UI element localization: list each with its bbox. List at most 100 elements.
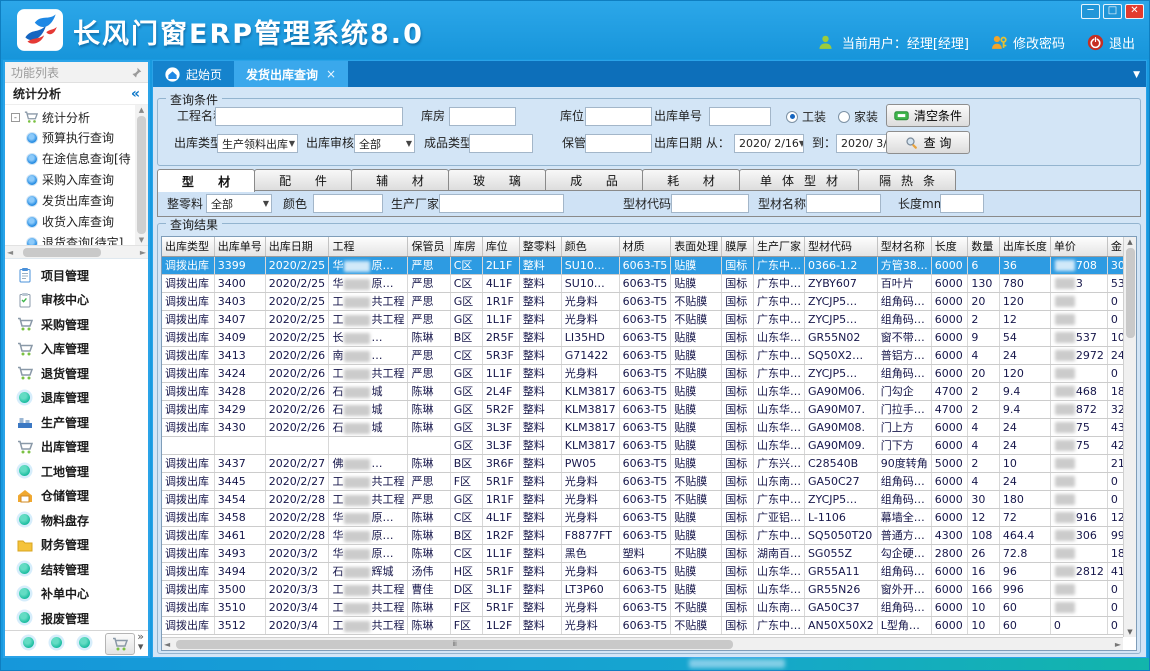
profile-name-input[interactable] — [806, 194, 881, 213]
table-row[interactable]: 调拨出库34092020/2/25长…陈琳B区2R5F整料LI35HD6063-… — [162, 328, 1136, 346]
scroll-down-icon[interactable]: ▼ — [139, 236, 144, 244]
table-row[interactable]: 调拨出库34582020/2/28华原…陈琳C区4L1F整料光身料6063-T5… — [162, 508, 1136, 526]
table-row[interactable]: 调拨出库35002020/3/3工共工程曹佳D区3L1F整料LT3P606063… — [162, 580, 1136, 598]
table-row[interactable]: 调拨出库34002020/2/25华原…严思C区4L1F整料SU10…6063-… — [162, 274, 1136, 292]
warehouse-input[interactable] — [449, 107, 516, 126]
table-row[interactable]: 调拨出库34612020/2/28华原…陈琳B区1R2F整料F8877FT606… — [162, 526, 1136, 544]
project-name-input[interactable] — [215, 107, 403, 126]
scroll-right-icon[interactable]: ► — [140, 248, 146, 257]
table-row[interactable]: 调拨出库33992020/2/25华原…严思C区2L1F整料SU10…6063-… — [162, 256, 1136, 274]
tree-root[interactable]: - 统计分析 — [11, 107, 134, 127]
change-password-button[interactable]: 修改密码 — [991, 33, 1065, 52]
scroll-thumb[interactable] — [1126, 248, 1135, 338]
column-header[interactable]: 型材名称 — [877, 237, 931, 256]
scroll-thumb[interactable]: ⅲ — [176, 640, 733, 649]
sidebar-module-item[interactable]: 入库管理 — [5, 336, 148, 361]
radio-gongzhuang[interactable]: 工装 — [786, 107, 826, 126]
table-row[interactable]: 调拨出库34302020/2/26石城陈琳G区3L3F整料KLM38176063… — [162, 418, 1136, 436]
tree-horizontal-scrollbar[interactable]: ◄ ► — [5, 245, 148, 258]
product-type-input[interactable] — [469, 134, 533, 153]
sidebar-module-item[interactable]: 生产管理 — [5, 410, 148, 435]
sidebar-module-item[interactable]: 采购管理 — [5, 312, 148, 337]
scroll-left-icon[interactable]: ◄ — [7, 248, 13, 257]
sidebar-module-item[interactable]: 退库管理 — [5, 385, 148, 410]
sidebar-module-item[interactable]: 财务管理 — [5, 532, 148, 557]
minimize-button[interactable]: ─ — [1081, 4, 1100, 19]
column-header[interactable]: 膜厚 — [722, 237, 754, 256]
table-row[interactable]: 调拨出库34032020/2/25工共工程严思G区1R1F整料光身料6063-T… — [162, 292, 1136, 310]
material-tab[interactable]: 成 品 — [545, 169, 643, 191]
table-row[interactable]: 调拨出库34452020/2/27工共工程严思F区5R1F整料光身料6063-T… — [162, 472, 1136, 490]
table-row[interactable]: 调拨出库34542020/2/28工共工程严思G区1R1F整料光身料6063-T… — [162, 490, 1136, 508]
sidebar-module-item[interactable]: 退货管理 — [5, 361, 148, 386]
logout-button[interactable]: 退出 — [1087, 33, 1135, 52]
manufacturer-input[interactable] — [439, 194, 564, 213]
order-no-input[interactable] — [709, 107, 771, 126]
sidebar-module-item[interactable]: 项目管理 — [5, 263, 148, 288]
column-header[interactable]: 单价 — [1050, 237, 1107, 256]
column-header[interactable]: 材质 — [619, 237, 671, 256]
tree-item[interactable]: 在途信息查询[待 — [11, 148, 134, 169]
more-buttons-icon[interactable]: »▾ — [137, 632, 144, 652]
scroll-thumb[interactable] — [137, 116, 146, 234]
column-header[interactable]: 出库类型 — [162, 237, 214, 256]
sidebar-module-item[interactable]: 工地管理 — [5, 459, 148, 484]
column-header[interactable]: 长度 — [931, 237, 968, 256]
column-header[interactable]: 出库长度 — [999, 237, 1050, 256]
footer-module-button[interactable] — [21, 635, 36, 653]
footer-module-button[interactable] — [77, 635, 92, 653]
scroll-up-icon[interactable]: ▲ — [139, 106, 144, 114]
column-header[interactable]: 工程 — [329, 237, 408, 256]
pin-icon[interactable] — [131, 67, 142, 78]
column-header[interactable]: 表面处理 — [671, 237, 722, 256]
scroll-down-icon[interactable]: ▼ — [1127, 628, 1132, 636]
maximize-button[interactable]: □ — [1103, 4, 1122, 19]
table-row[interactable]: 调拨出库35102020/3/4工共工程陈琳F区5R1F整料光身料6063-T5… — [162, 598, 1136, 616]
table-row[interactable]: 调拨出库34242020/2/26工共工程严思G区1L1F整料光身料6063-T… — [162, 364, 1136, 382]
footer-module-button[interactable] — [49, 635, 64, 653]
column-header[interactable]: 整零料 — [519, 237, 561, 256]
material-tab[interactable]: 隔热条 — [858, 169, 956, 191]
sidebar-module-item[interactable]: 报废管理 — [5, 606, 148, 630]
grid-vertical-scrollbar[interactable]: ▲ ▼ — [1123, 237, 1136, 637]
material-tab[interactable]: 耗 材 — [642, 169, 740, 191]
scroll-thumb[interactable] — [23, 248, 101, 257]
material-tab[interactable]: 玻 璃 — [448, 169, 546, 191]
tab-overflow-icon[interactable]: ▼ — [1133, 70, 1140, 80]
whole-piece-select[interactable]: 全部▼ — [206, 194, 272, 213]
column-header[interactable]: 数量 — [968, 237, 1000, 256]
tree-expander-icon[interactable]: - — [11, 113, 20, 122]
profile-code-input[interactable] — [671, 194, 749, 213]
table-row[interactable]: 调拨出库34292020/2/26石城陈琳G区5R2F整料KLM38176063… — [162, 400, 1136, 418]
table-row[interactable]: 调拨出库34942020/3/2石辉城汤伟H区5R1F整料光身料6063-T5贴… — [162, 562, 1136, 580]
tab-shipment-outbound-query[interactable]: 发货出库查询 × — [234, 61, 348, 87]
tree-item[interactable]: 退货查询[待定] — [11, 232, 134, 245]
tree-item[interactable]: 发货出库查询 — [11, 190, 134, 211]
material-tab[interactable]: 辅 材 — [351, 169, 449, 191]
scroll-right-icon[interactable]: ► — [1115, 640, 1121, 649]
sidebar-module-item[interactable]: 仓储管理 — [5, 483, 148, 508]
table-row[interactable]: 调拨出库34372020/2/27佛…陈琳B区3R6F整料PW056063-T5… — [162, 454, 1136, 472]
tab-start-page[interactable]: 起始页 — [153, 61, 234, 87]
close-button[interactable]: ✕ — [1125, 4, 1144, 19]
sidebar-module-item[interactable]: 审核中心 — [5, 287, 148, 312]
column-header[interactable]: 出库日期 — [265, 237, 329, 256]
table-row[interactable]: 调拨出库34932020/3/2华原…陈琳C区1L1F整料黑色塑料不贴膜国标湖南… — [162, 544, 1136, 562]
sidebar-module-item[interactable]: 出库管理 — [5, 434, 148, 459]
material-tab[interactable]: 型 材 — [157, 169, 255, 192]
color-input[interactable] — [313, 194, 383, 213]
column-header[interactable]: 出库单号 — [214, 237, 265, 256]
scroll-up-icon[interactable]: ▲ — [1127, 238, 1132, 246]
table-row[interactable]: 调拨出库34072020/2/25工共工程严思G区1L1F整料光身料6063-T… — [162, 310, 1136, 328]
column-header[interactable]: 库位 — [482, 237, 519, 256]
material-tab[interactable]: 单体型材 — [739, 169, 859, 191]
table-row[interactable]: 调拨出库34132020/2/26南…严思C区5R3F整料G714226063-… — [162, 346, 1136, 364]
grid-horizontal-scrollbar[interactable]: ◄ ⅲ ► — [162, 637, 1123, 650]
sidebar-module-item[interactable]: 结转管理 — [5, 557, 148, 582]
column-header[interactable]: 库房 — [450, 237, 482, 256]
collapse-icon[interactable]: « — [131, 86, 140, 102]
audit-select[interactable]: 全部▼ — [354, 134, 415, 153]
tree-item[interactable]: 收货入库查询 — [11, 211, 134, 232]
sidebar-section-header[interactable]: 统计分析 « — [5, 82, 148, 105]
tab-close-icon[interactable]: × — [326, 67, 336, 81]
